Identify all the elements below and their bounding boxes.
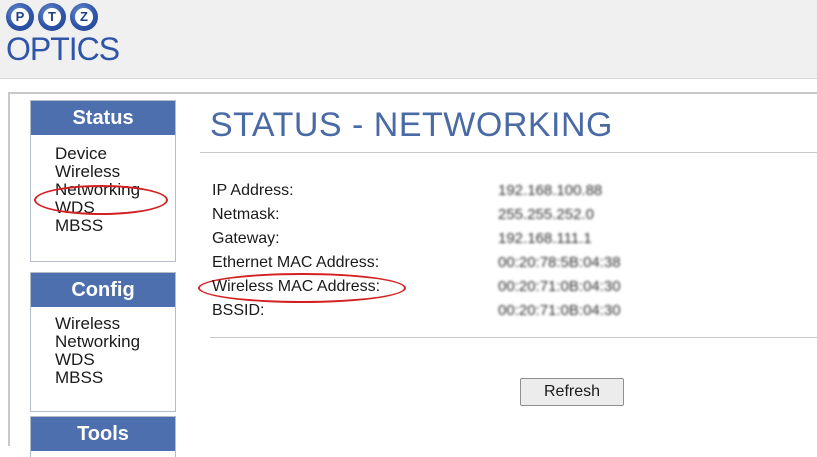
config-item-wireless[interactable]: Wireless	[31, 315, 175, 333]
ethernet-mac-value: 00:20:78:5B:04:38	[498, 254, 621, 271]
sidebar-item-mbss[interactable]: MBSS	[31, 217, 175, 235]
config-menu: Config Wireless Networking WDS MBSS	[30, 272, 176, 412]
status-menu-heading: Status	[31, 101, 175, 135]
logo-p-icon: P	[6, 3, 34, 31]
logo-wordmark: OPTICS	[6, 31, 120, 67]
content-divider	[210, 337, 817, 338]
config-item-mbss[interactable]: MBSS	[31, 369, 175, 387]
logo-z-icon: Z	[70, 3, 98, 31]
config-item-wds[interactable]: WDS	[31, 351, 175, 369]
gateway-value: 192.168.111.1	[498, 230, 592, 247]
bssid-value: 00:20:71:0B:04:30	[498, 302, 621, 319]
ethernet-mac-label: Ethernet MAC Address:	[212, 254, 380, 271]
header-bar: P T Z OPTICS	[0, 0, 817, 79]
logo-t-icon: T	[38, 3, 66, 31]
ip-address-label: IP Address:	[212, 182, 294, 199]
sidebar-item-networking[interactable]: Networking	[31, 181, 175, 199]
tools-menu: Tools	[30, 416, 176, 457]
refresh-button[interactable]: Refresh	[520, 378, 624, 406]
wireless-mac-value: 00:20:71:0B:04:30	[498, 278, 621, 295]
title-divider	[200, 152, 817, 153]
bssid-label: BSSID:	[212, 302, 265, 319]
page-title: STATUS - NETWORKING	[210, 106, 614, 144]
wireless-mac-label: Wireless MAC Address:	[212, 278, 381, 295]
ip-address-value: 192.168.100.88	[498, 182, 603, 199]
sidebar-item-wireless[interactable]: Wireless	[31, 163, 175, 181]
frame-border-top	[8, 92, 817, 94]
gateway-label: Gateway:	[212, 230, 280, 247]
frame-border-left	[8, 92, 10, 446]
sidebar-item-wds[interactable]: WDS	[31, 199, 175, 217]
status-menu: Status Device Wireless Networking WDS MB…	[30, 100, 176, 262]
sidebar-item-device[interactable]: Device	[31, 145, 175, 163]
ptz-optics-logo: P T Z OPTICS	[6, 3, 146, 75]
netmask-label: Netmask:	[212, 206, 280, 223]
config-item-networking[interactable]: Networking	[31, 333, 175, 351]
config-menu-heading: Config	[31, 273, 175, 307]
netmask-value: 255.255.252.0	[498, 206, 594, 223]
